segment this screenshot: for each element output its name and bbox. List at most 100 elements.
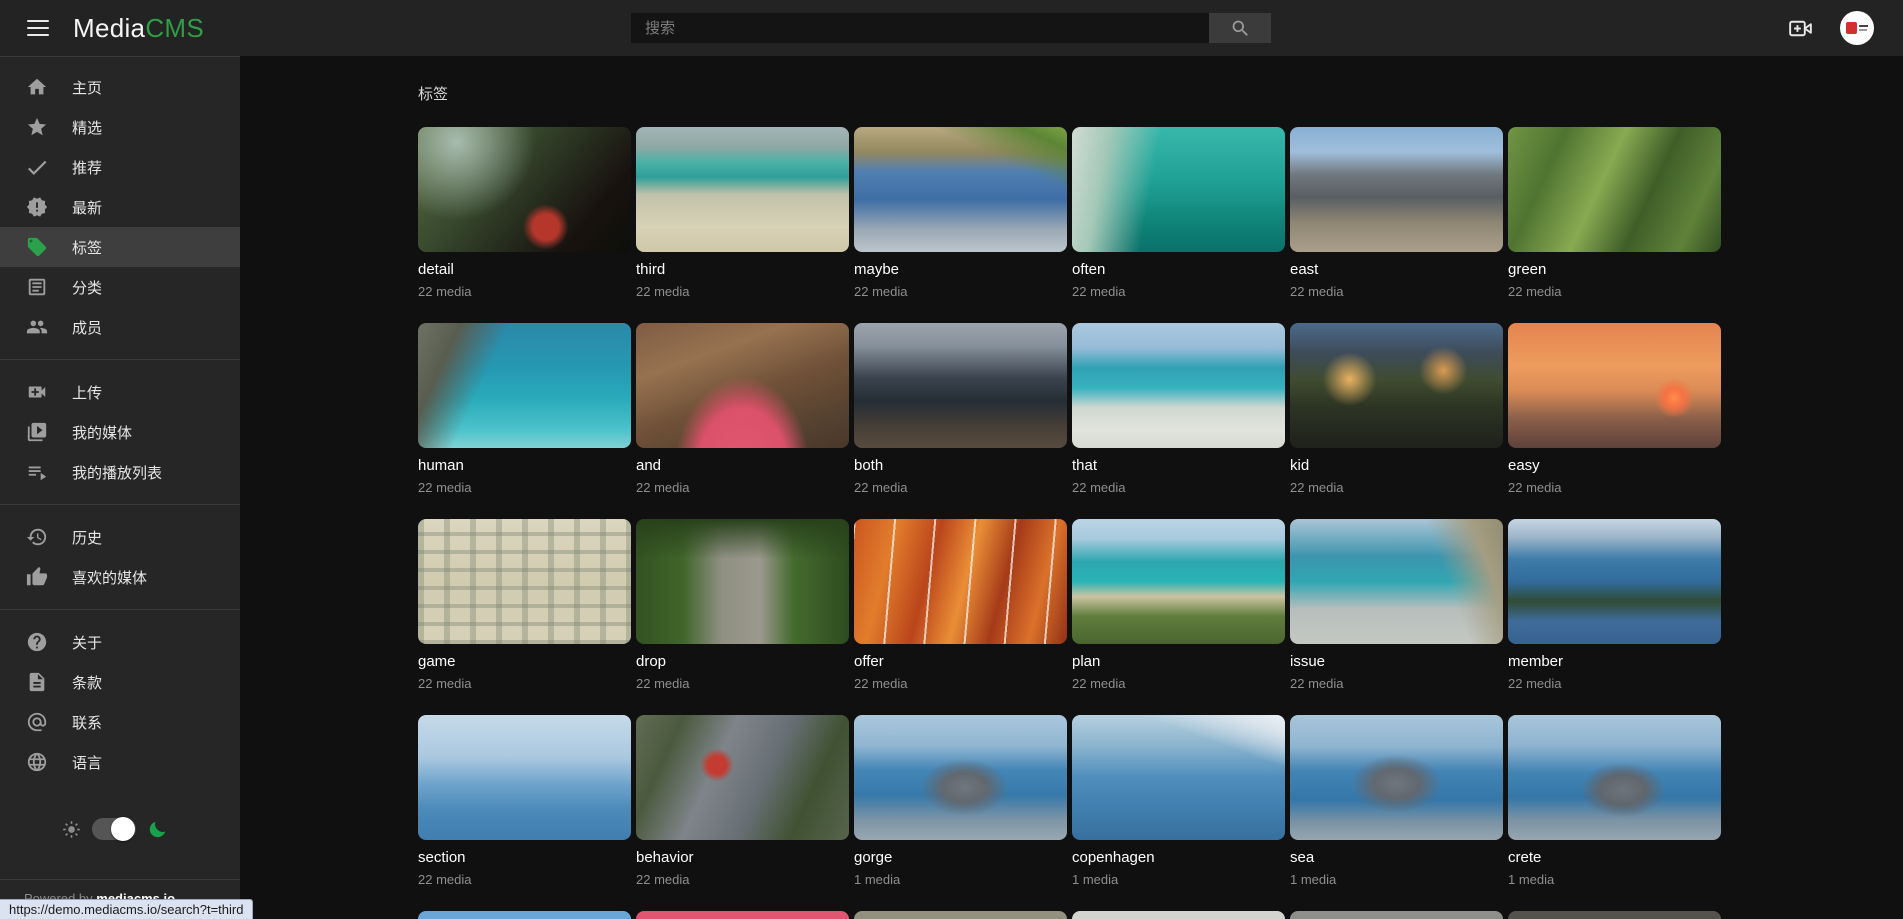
sidebar-item-members[interactable]: 成员 [0,307,240,347]
search-input[interactable] [631,13,1209,43]
tag-thumbnail[interactable] [1290,715,1503,840]
tag-thumbnail[interactable] [1290,323,1503,448]
tag-media-count: 22 media [418,480,631,495]
tag-card-partial[interactable] [854,911,1067,919]
tag-thumbnail[interactable] [1508,323,1721,448]
home-icon [26,76,48,98]
tag-card[interactable]: maybe22 media [854,127,1067,299]
tag-card[interactable]: sea1 media [1290,715,1503,887]
tag-card[interactable]: offer22 media [854,519,1067,691]
tag-name: offer [854,653,1067,670]
tag-thumbnail[interactable] [418,519,631,644]
tag-card[interactable]: section22 media [418,715,631,887]
sidebar-divider [0,609,240,610]
terms-icon [26,671,48,693]
sidebar-item-history[interactable]: 历史 [0,517,240,557]
search-bar [631,13,1271,43]
tag-thumbnail[interactable] [854,715,1067,840]
tag-card[interactable]: and22 media [636,323,849,495]
tag-card[interactable]: easy22 media [1508,323,1721,495]
tag-card-partial[interactable] [1072,911,1285,919]
tag-thumbnail[interactable] [418,127,631,252]
sidebar: 主页精选推荐最新标签分类成员上传我的媒体我的播放列表历史喜欢的媒体关于条款联系语… [0,56,240,919]
tag-thumbnail[interactable] [1072,519,1285,644]
sidebar-item-star[interactable]: 精选 [0,107,240,147]
sidebar-item-my-playlists[interactable]: 我的播放列表 [0,452,240,492]
tag-card[interactable]: issue22 media [1290,519,1503,691]
menu-hamburger-icon[interactable] [27,20,49,37]
tag-thumbnail[interactable] [1072,715,1285,840]
tag-card[interactable]: green22 media [1508,127,1721,299]
tag-card[interactable]: crete1 media [1508,715,1721,887]
sidebar-item-label: 上传 [72,382,102,403]
dark-mode-moon-icon [147,819,168,840]
tag-thumbnail[interactable] [1072,323,1285,448]
tag-thumbnail[interactable] [636,127,849,252]
sidebar-item-terms[interactable]: 条款 [0,662,240,702]
sidebar-item-liked-media[interactable]: 喜欢的媒体 [0,557,240,597]
tag-card[interactable]: drop22 media [636,519,849,691]
light-mode-sun-icon [62,820,81,839]
sidebar-item-about[interactable]: 关于 [0,622,240,662]
tag-thumbnail[interactable] [1508,519,1721,644]
tag-thumbnail[interactable] [636,323,849,448]
sidebar-item-categories[interactable]: 分类 [0,267,240,307]
tag-thumbnail[interactable] [636,519,849,644]
logo[interactable]: MediaCMS [73,13,204,44]
tag-media-count: 22 media [1072,676,1285,691]
tag-media-count: 22 media [854,480,1067,495]
top-bar: MediaCMS [0,0,1903,56]
sidebar-item-tags[interactable]: 标签 [0,227,240,267]
sidebar-item-language[interactable]: 语言 [0,742,240,782]
tag-name: copenhagen [1072,849,1285,866]
sidebar-item-recommended-check[interactable]: 推荐 [0,147,240,187]
sidebar-item-label: 主页 [72,77,102,98]
tag-thumbnail[interactable] [1072,127,1285,252]
tag-card[interactable]: east22 media [1290,127,1503,299]
tag-thumbnail[interactable] [1508,127,1721,252]
sidebar-item-contact[interactable]: 联系 [0,702,240,742]
user-avatar[interactable] [1840,11,1874,45]
tag-card[interactable]: both22 media [854,323,1067,495]
search-button[interactable] [1209,13,1271,43]
tag-card[interactable]: third22 media [636,127,849,299]
tag-card[interactable]: often22 media [1072,127,1285,299]
tag-card[interactable]: game22 media [418,519,631,691]
tag-card[interactable]: gorge1 media [854,715,1067,887]
sidebar-item-my-media[interactable]: 我的媒体 [0,412,240,452]
tag-card[interactable]: copenhagen1 media [1072,715,1285,887]
tag-card-partial[interactable] [1290,911,1503,919]
tag-thumbnail[interactable] [1508,715,1721,840]
tag-thumbnail[interactable] [418,323,631,448]
tag-name: game [418,653,631,670]
sidebar-item-home[interactable]: 主页 [0,67,240,107]
tag-thumbnail[interactable] [1290,519,1503,644]
tag-card[interactable]: kid22 media [1290,323,1503,495]
tag-card-partial[interactable] [636,911,849,919]
tag-card-partial[interactable] [418,911,631,919]
add-media-icon[interactable] [1787,15,1814,42]
sidebar-item-label: 条款 [72,672,102,693]
tag-card[interactable]: plan22 media [1072,519,1285,691]
tag-media-count: 22 media [1290,676,1503,691]
tag-media-count: 22 media [1508,480,1721,495]
tag-thumbnail[interactable] [854,127,1067,252]
tag-media-count: 22 media [1290,284,1503,299]
tag-thumbnail[interactable] [636,715,849,840]
tag-media-count: 22 media [1072,480,1285,495]
tag-card[interactable]: member22 media [1508,519,1721,691]
sidebar-item-latest-new-releases[interactable]: 最新 [0,187,240,227]
tag-media-count: 22 media [1072,284,1285,299]
sidebar-item-upload[interactable]: 上传 [0,372,240,412]
tag-thumbnail[interactable] [854,323,1067,448]
tag-card[interactable]: human22 media [418,323,631,495]
tag-card[interactable]: that22 media [1072,323,1285,495]
tag-card[interactable]: detail22 media [418,127,631,299]
tag-name: third [636,261,849,278]
tag-card[interactable]: behavior22 media [636,715,849,887]
tag-card-partial[interactable] [1508,911,1721,919]
tag-thumbnail[interactable] [1290,127,1503,252]
tag-thumbnail[interactable] [418,715,631,840]
dark-mode-toggle[interactable] [92,818,136,840]
tag-thumbnail[interactable] [854,519,1067,644]
